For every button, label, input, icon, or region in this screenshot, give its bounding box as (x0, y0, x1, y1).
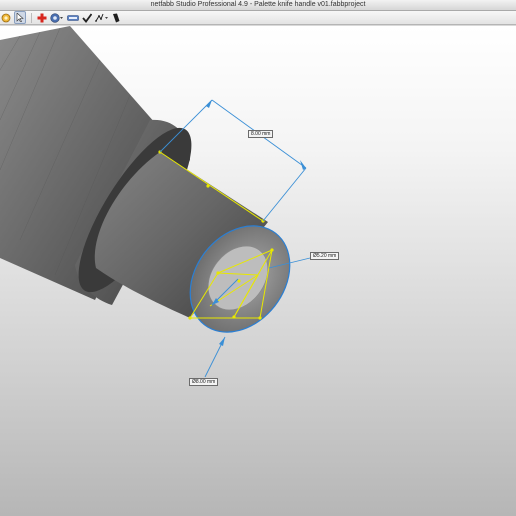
open-icon[interactable] (1, 12, 11, 23)
3d-viewport[interactable]: 8.00 mm Ø5.20 mm Ø8.00 mm (0, 26, 516, 516)
length-dimension-label[interactable]: 8.00 mm (248, 130, 274, 138)
add-part-icon[interactable] (37, 12, 47, 23)
model-scene[interactable] (0, 26, 516, 516)
paint-icon[interactable] (112, 12, 120, 23)
window-title: netfabb Studio Professional 4.9 - Palett… (0, 0, 516, 11)
settings-icon[interactable] (50, 12, 64, 23)
check-icon[interactable] (82, 12, 92, 23)
pointer-icon[interactable] (14, 11, 26, 24)
key-icon[interactable] (67, 12, 79, 23)
outer-diameter-label[interactable]: Ø8.00 mm (189, 378, 219, 386)
inner-diameter-label[interactable]: Ø5.20 mm (310, 252, 340, 260)
measure-icon[interactable] (95, 12, 109, 23)
toolbar-separator (31, 12, 32, 23)
toolbar (0, 11, 516, 25)
